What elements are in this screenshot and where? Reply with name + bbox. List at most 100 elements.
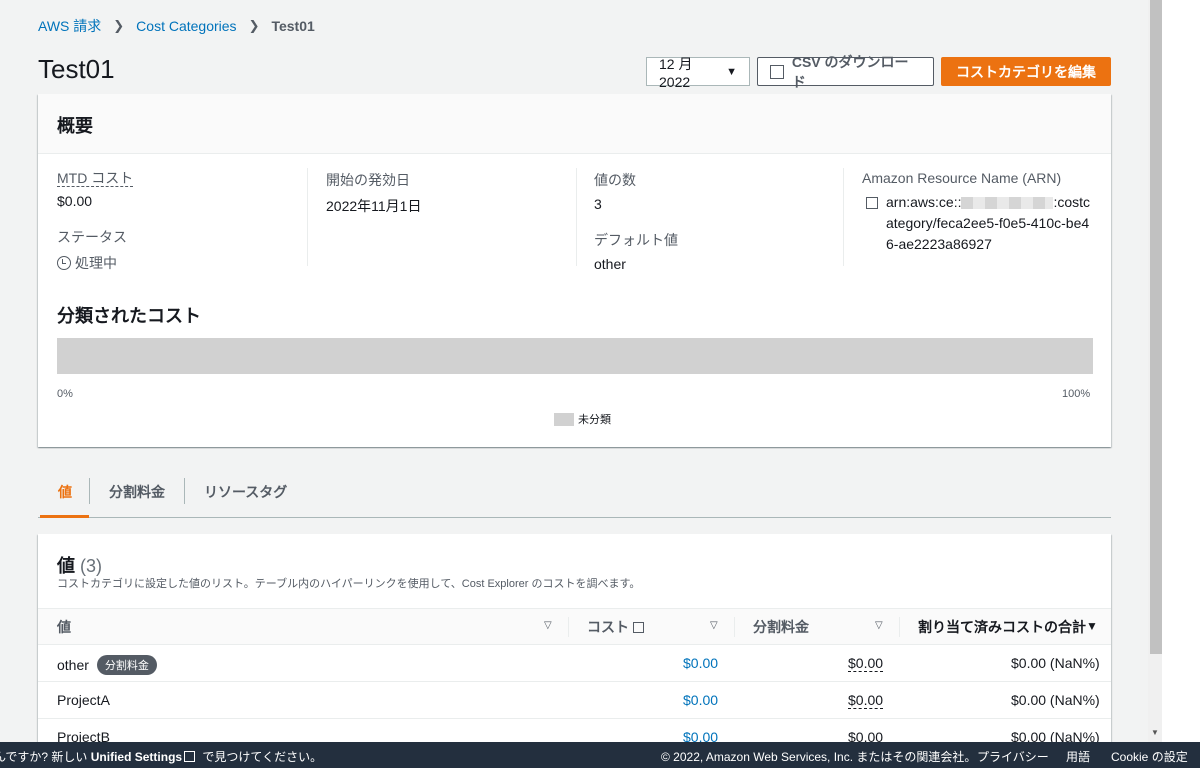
- table-row: ProjectB $0.00 $0.00 $0.00 (NaN%): [38, 719, 1111, 742]
- sort-desc-icon[interactable]: ▼: [1086, 619, 1098, 633]
- breadcrumb-cost-categories-link[interactable]: Cost Categories: [136, 18, 236, 34]
- row-total-value: $0.00 (NaN%): [1011, 692, 1100, 708]
- legend-label: 未分類: [578, 414, 611, 426]
- scroll-track[interactable]: ▼: [1148, 0, 1162, 742]
- footer: んですか? 新しい Unified Settings で見つけてください。 © …: [0, 742, 1200, 768]
- footer-notice-pre: んですか? 新しい: [0, 750, 91, 764]
- status-value: 処理中: [57, 253, 133, 273]
- summary-col-mtd: MTD コスト $0.00 ステータス 処理中: [57, 170, 134, 273]
- mtd-cost-label[interactable]: MTD コスト: [57, 170, 134, 187]
- page-title: Test01: [38, 54, 115, 84]
- values-title-text: 値: [57, 556, 75, 576]
- legend-swatch: [554, 412, 574, 426]
- unified-settings-link[interactable]: Unified Settings: [91, 750, 182, 764]
- header-total[interactable]: 割り当て済みコストの合計: [918, 609, 1086, 645]
- row-cost-link[interactable]: $0.00: [683, 729, 718, 742]
- row-split-value[interactable]: $0.00: [848, 692, 884, 709]
- classified-cost-title: 分類されたコスト: [57, 306, 201, 326]
- chevron-right-icon: ❯: [248, 18, 260, 33]
- chart-legend: 未分類: [554, 411, 611, 427]
- clock-icon: [57, 256, 71, 270]
- sort-icon[interactable]: ▽: [710, 620, 718, 631]
- breadcrumb-billing-link[interactable]: AWS 請求: [38, 16, 101, 36]
- value-count-label: 値の数: [594, 172, 636, 188]
- redacted-account-id: [961, 197, 1054, 210]
- sort-icon[interactable]: ▽: [875, 620, 883, 631]
- split-charge-badge: 分割料金: [96, 655, 157, 675]
- table-row: ProjectA $0.00 $0.00 $0.00 (NaN%): [38, 682, 1111, 719]
- edit-cost-category-label: コストカテゴリを編集: [956, 63, 1096, 80]
- row-name: ProjectB: [57, 729, 110, 742]
- row-total-value: $0.00 (NaN%): [1011, 729, 1100, 742]
- edit-cost-category-button[interactable]: コストカテゴリを編集: [941, 57, 1111, 86]
- tab-values[interactable]: 値: [38, 472, 89, 518]
- footer-privacy-link[interactable]: プライバシー: [977, 748, 1049, 765]
- copy-icon[interactable]: [866, 197, 878, 209]
- footer-cookie-link[interactable]: Cookie の設定: [1111, 748, 1188, 765]
- header-cost-text: コスト: [587, 619, 629, 635]
- summary-header: 概要: [38, 94, 1111, 154]
- column-divider: [576, 168, 577, 266]
- csv-download-button[interactable]: CSV のダウンロード: [757, 54, 934, 90]
- scrollbar[interactable]: ▼: [1148, 0, 1200, 742]
- tab-resource-tags[interactable]: リソースタグ: [185, 472, 306, 517]
- values-count: (3): [80, 556, 103, 576]
- header-divider: [734, 617, 735, 637]
- classified-cost-bar: [57, 338, 1093, 374]
- footer-settings-notice: んですか? 新しい Unified Settings で見つけてください。: [0, 748, 322, 765]
- table-row: other 分割料金 $0.00 $0.00 $0.00 (NaN%): [38, 645, 1111, 682]
- month-select[interactable]: 12 月 2022 ▼: [646, 56, 750, 90]
- csv-download-label: CSV のダウンロード: [791, 53, 909, 90]
- row-cost-link[interactable]: $0.00: [683, 655, 718, 671]
- row-name: ProjectA: [57, 692, 110, 708]
- default-value-label: デフォルト値: [594, 232, 678, 248]
- value-count-value: 3: [594, 196, 602, 212]
- footer-terms-link[interactable]: 用語: [1066, 748, 1090, 765]
- row-name-text: other: [57, 657, 89, 673]
- footer-copyright: © 2022, Amazon Web Services, Inc. またはその関…: [661, 750, 977, 764]
- tabs: 値 分割料金 リソースタグ: [38, 472, 1111, 518]
- values-card: 値 (3) コストカテゴリに設定した値のリスト。テーブル内のハイパーリンクを使用…: [38, 534, 1111, 742]
- column-divider: [307, 168, 308, 266]
- header-value[interactable]: 値: [57, 609, 71, 645]
- start-date-value: 2022年11月1日: [326, 198, 422, 214]
- column-divider: [843, 168, 844, 266]
- external-link-icon: [633, 621, 644, 633]
- summary-col-count: 値の数 3 デフォルト値 other: [594, 170, 678, 272]
- status-value-text: 処理中: [75, 255, 117, 271]
- scroll-thumb[interactable]: [1150, 0, 1162, 654]
- axis-min-label: 0%: [57, 388, 73, 400]
- arn-label: Amazon Resource Name (ARN): [862, 170, 1062, 186]
- table-header: 値 ▽ コスト ▽ 分割料金 ▽ 割り当て済みコストの合計 ▼: [38, 608, 1111, 645]
- summary-col-start: 開始の発効日 2022年11月1日: [326, 170, 421, 216]
- download-icon: [770, 64, 784, 79]
- external-link-icon: [184, 751, 196, 762]
- row-total-value: $0.00 (NaN%): [1011, 655, 1100, 671]
- sort-icon[interactable]: ▽: [544, 620, 552, 631]
- row-split-value[interactable]: $0.00: [848, 655, 884, 672]
- status-label: ステータス: [57, 229, 127, 245]
- mtd-cost-value: $0.00: [57, 193, 93, 209]
- arn-prefix: arn:aws:ce::: [886, 194, 962, 210]
- tab-split-charges[interactable]: 分割料金: [90, 472, 184, 517]
- breadcrumb: AWS 請求 ❯ Cost Categories ❯ Test01: [38, 16, 315, 36]
- axis-max-label: 100%: [1062, 388, 1091, 400]
- footer-notice-post: で見つけてください。: [199, 750, 323, 764]
- caret-down-icon: ▼: [726, 65, 737, 78]
- row-name: other 分割料金: [57, 655, 157, 675]
- chevron-right-icon: ❯: [113, 18, 125, 33]
- breadcrumb-current: Test01: [271, 18, 315, 34]
- arn-text: arn:aws:ce:::costcategory/feca2ee5-f0e5-…: [886, 192, 1094, 255]
- header-cost[interactable]: コスト: [587, 609, 644, 645]
- summary-col-arn: Amazon Resource Name (ARN) arn:aws:ce:::…: [862, 170, 1094, 255]
- summary-card: 概要 MTD コスト $0.00 ステータス 処理中 開始の発効日 2022年1…: [38, 94, 1111, 447]
- values-description: コストカテゴリに設定した値のリスト。テーブル内のハイパーリンクを使用して、Cos…: [57, 578, 641, 590]
- default-value-value: other: [594, 256, 626, 272]
- header-split[interactable]: 分割料金: [753, 609, 809, 645]
- scroll-down-icon[interactable]: ▼: [1151, 728, 1159, 737]
- row-cost-link[interactable]: $0.00: [683, 692, 718, 708]
- month-select-value: 12 月 2022: [659, 55, 693, 90]
- main-content: AWS 請求 ❯ Cost Categories ❯ Test01 Test01…: [0, 0, 1148, 742]
- row-split-value[interactable]: $0.00: [848, 729, 883, 742]
- header-divider: [899, 617, 900, 637]
